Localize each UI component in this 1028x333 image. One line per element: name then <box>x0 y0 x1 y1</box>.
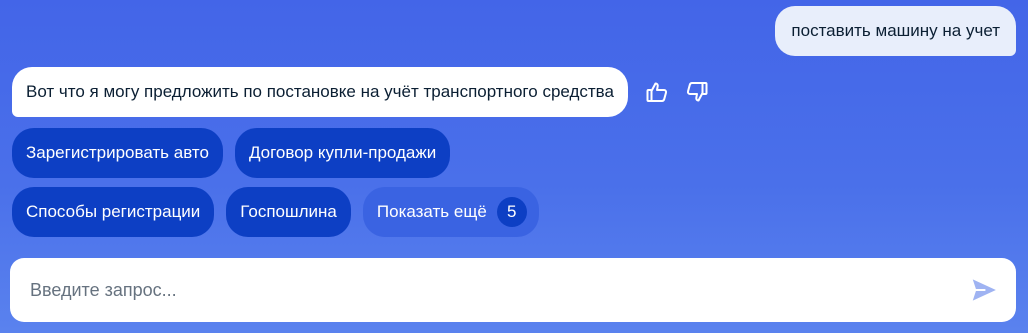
bot-message-bubble: Вот что я могу предложить по постановке … <box>12 67 628 117</box>
suggestion-register-car[interactable]: Зарегистрировать авто <box>12 128 223 178</box>
bot-message-text: Вот что я могу предложить по постановке … <box>26 82 614 101</box>
user-message-bubble: поставить машину на учет <box>775 6 1016 56</box>
query-input-box <box>10 258 1016 322</box>
show-more-button[interactable]: Показать ещё 5 <box>362 187 539 237</box>
send-button[interactable] <box>966 272 1002 308</box>
thumbs-down-icon[interactable] <box>684 79 710 105</box>
suggestion-registration-methods[interactable]: Способы регистрации <box>12 187 215 237</box>
search-input[interactable] <box>28 278 966 302</box>
feedback-controls <box>644 79 710 105</box>
suggestion-state-fee[interactable]: Госпошлина <box>226 187 351 237</box>
send-icon <box>972 279 996 301</box>
bot-message-row: Вот что я могу предложить по постановке … <box>12 67 710 117</box>
thumbs-up-icon[interactable] <box>644 79 670 105</box>
suggestions-row-1: Зарегистрировать авто Договор купли-прод… <box>12 128 451 178</box>
suggestions-row-2: Способы регистрации Госпошлина Показать … <box>12 187 539 237</box>
more-count-badge: 5 <box>496 197 527 227</box>
user-message-text: поставить машину на учет <box>791 21 1000 40</box>
show-more-label: Показать ещё <box>376 202 487 221</box>
suggestion-sale-contract[interactable]: Договор купли-продажи <box>234 128 451 178</box>
